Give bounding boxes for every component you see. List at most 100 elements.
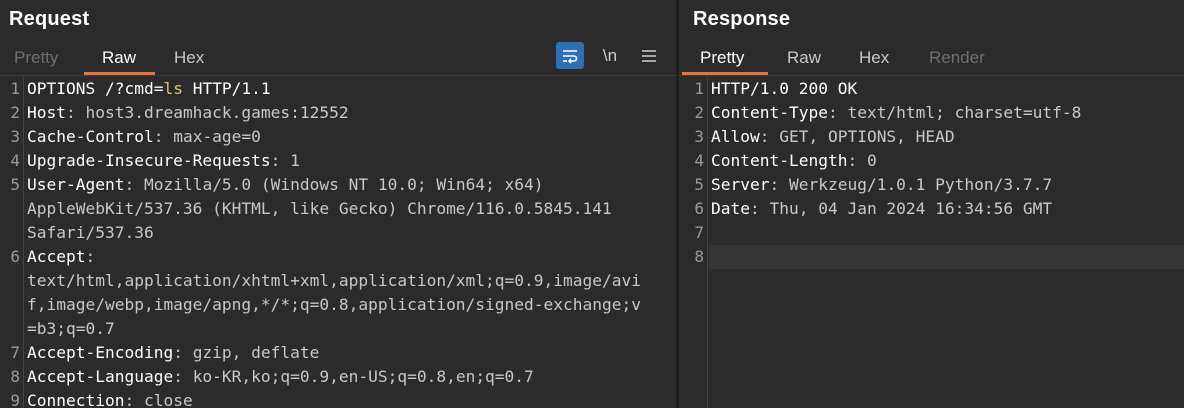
header-name: Content-Length <box>711 151 848 170</box>
header-colon: : <box>124 175 144 194</box>
request-title: Request <box>9 8 90 30</box>
header-colon: : <box>173 343 193 362</box>
header-name: User-Agent <box>27 175 125 194</box>
response-line-gutter: 1 2 3 4 5 6 7 8 <box>679 77 708 408</box>
header-name: Accept <box>27 247 86 266</box>
header-colon: : <box>153 127 174 146</box>
header-colon: : <box>749 199 770 218</box>
header-name: Allow <box>711 127 760 146</box>
header-colon: : <box>769 175 789 194</box>
header-colon: : <box>65 103 86 122</box>
header-name: Accept-Encoding <box>27 343 174 362</box>
request-active-tab-indicator <box>84 72 155 75</box>
response-title: Response <box>693 8 791 30</box>
wrapped-line: AppleWebKit/537.36 (KHTML, like Gecko) C… <box>27 199 612 218</box>
line-number: 6 <box>694 199 704 218</box>
header-value: Mozilla/5.0 (Windows NT 10.0; Win64; x64… <box>143 175 544 194</box>
code-line: Accept: <box>27 245 670 269</box>
code-line: Accept-Encoding: gzip, deflate <box>27 341 670 365</box>
header-name: Date <box>711 199 750 218</box>
header-colon: : <box>827 103 848 122</box>
line-number: 7 <box>694 223 704 242</box>
line-number: 7 <box>10 343 20 362</box>
response-tab-hex[interactable]: Hex <box>857 48 891 68</box>
line-number: 4 <box>10 151 20 170</box>
wrap-lines-icon[interactable] <box>556 42 584 69</box>
header-name: Cache-Control <box>27 127 154 146</box>
header-value: text/html; charset=utf-8 <box>847 103 1082 122</box>
header-colon: : <box>270 151 291 170</box>
line-number: 8 <box>10 367 20 386</box>
header-name: Accept-Language <box>27 367 174 386</box>
response-active-tab-indicator <box>682 72 768 75</box>
request-tab-raw[interactable]: Raw <box>100 48 138 68</box>
request-editor[interactable]: 123456789 OPTIONS /?cmd=ls HTTP/1.1 Host:… <box>0 77 676 408</box>
code-line: User-Agent: Mozilla/5.0 (Windows NT 10.0… <box>27 173 670 197</box>
code-line: Cache-Control: max-age=0 <box>27 125 670 149</box>
wrapped-line: =b3;q=0.7 <box>27 319 115 338</box>
line-number: 9 <box>10 391 20 408</box>
response-pane: Response Pretty Raw Hex Render 1 2 3 4 5 6 7 8 … <box>679 0 1184 408</box>
line-number: 8 <box>694 247 704 266</box>
request-line-gutter: 1 2 3 4 5 6 7 8 9 <box>0 77 24 408</box>
status-line: HTTP/1.0 200 OK <box>711 79 858 98</box>
line-number: 5 <box>694 175 704 194</box>
header-name: Connection <box>27 391 125 408</box>
header-name: Content-Type <box>711 103 828 122</box>
wrapped-line: Safari/537.36 <box>27 223 154 242</box>
response-editor[interactable]: 1 2 3 4 5 6 7 8 HTTP/1.0 200 OK Content-Type: te… <box>679 77 1184 408</box>
line-number: 3 <box>10 127 20 146</box>
response-tab-render[interactable]: Render <box>927 48 987 68</box>
header-value: host3.dreamhack.games:12552 <box>85 103 349 122</box>
line-number: 6 <box>10 247 20 266</box>
header-colon: : <box>173 367 193 386</box>
hamburger-menu-icon[interactable] <box>635 42 663 69</box>
code-line: Content-Length: 0 <box>711 149 1178 173</box>
line-number: 5 <box>10 175 20 194</box>
code-line: HTTP/1.0 200 OK <box>711 77 1178 101</box>
http-version: HTTP/1.1 <box>182 79 271 98</box>
header-value: max-age=0 <box>173 127 261 146</box>
wrapped-line: text/html,application/xhtml+xml,applicat… <box>27 271 641 290</box>
line-number: 2 <box>694 103 704 122</box>
code-line: Date: Thu, 04 Jan 2024 16:34:56 GMT <box>711 197 1178 221</box>
response-tabs: Pretty Raw Hex Render <box>679 44 1184 76</box>
newline-label: \n <box>602 45 618 65</box>
code-line: Content-Type: text/html; charset=utf-8 <box>711 101 1178 125</box>
code-line: Server: Werkzeug/1.0.1 Python/3.7.7 <box>711 173 1178 197</box>
header-name: Server <box>711 175 770 194</box>
line-number: 4 <box>694 151 704 170</box>
request-method-path: OPTIONS /?cmd= <box>27 79 164 98</box>
request-tab-pretty[interactable]: Pretty <box>12 48 60 68</box>
header-value: gzip, deflate <box>192 343 320 362</box>
wrapped-line: f,image/webp,image/apng,*/*;q=0.8,applic… <box>27 295 641 314</box>
code-line: Connection: close <box>27 389 670 408</box>
header-name: Host <box>27 103 66 122</box>
header-colon: : <box>85 247 105 266</box>
header-value: close <box>143 391 193 408</box>
code-line: Host: host3.dreamhack.games:12552 <box>27 101 670 125</box>
code-line: OPTIONS /?cmd=ls HTTP/1.1 <box>27 77 670 101</box>
header-colon: : <box>847 151 867 170</box>
line-number: 3 <box>694 127 704 146</box>
header-value: Thu, 04 Jan 2024 16:34:56 GMT <box>769 199 1053 218</box>
cmd-param-value: ls <box>163 79 183 98</box>
request-pane: Request Pretty Raw Hex \n 1 2 3 4 5 6 7 8 9 OPTI… <box>0 0 676 408</box>
line-number: 1 <box>694 79 704 98</box>
header-value: Werkzeug/1.0.1 Python/3.7.7 <box>788 175 1053 194</box>
response-tab-raw[interactable]: Raw <box>785 48 823 68</box>
header-colon: : <box>124 391 144 408</box>
response-code[interactable]: HTTP/1.0 200 OK Content-Type: text/html; … <box>711 77 1178 269</box>
code-line: Accept-Language: ko-KR,ko;q=0.9,en-US;q=… <box>27 365 670 389</box>
header-value: 1 <box>290 151 300 170</box>
show-newlines-toggle[interactable]: \n <box>596 42 624 69</box>
request-tab-hex[interactable]: Hex <box>172 48 206 68</box>
header-value: 0 <box>866 151 877 170</box>
response-tab-pretty[interactable]: Pretty <box>698 48 746 68</box>
code-line: Allow: GET, OPTIONS, HEAD <box>711 125 1178 149</box>
code-line: Upgrade-Insecure-Requests: 1 <box>27 149 670 173</box>
header-value: ko-KR,ko;q=0.9,en-US;q=0.8,en;q=0.7 <box>192 367 534 386</box>
line-number: 2 <box>10 103 20 122</box>
line-number: 1 <box>10 79 20 98</box>
request-code[interactable]: OPTIONS /?cmd=ls HTTP/1.1 Host: host3.dre… <box>27 77 670 408</box>
